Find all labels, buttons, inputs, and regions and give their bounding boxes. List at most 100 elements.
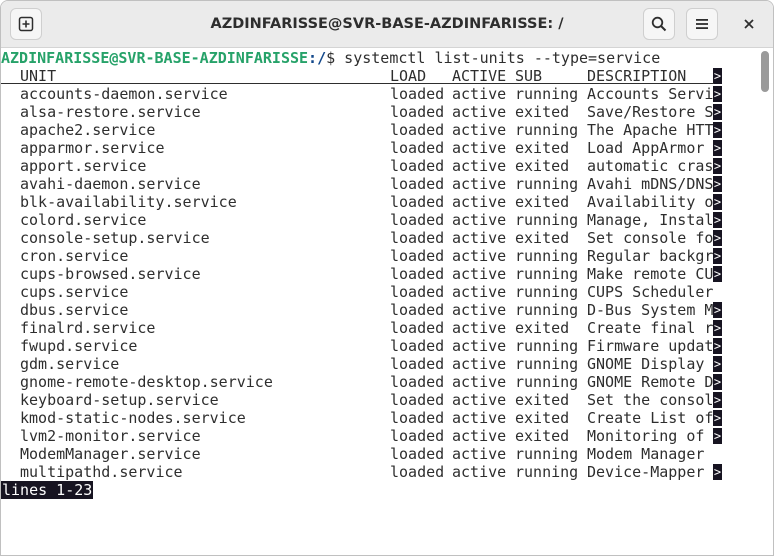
unit-name: blk-availability.service (20, 193, 237, 211)
table-row: cups.service loaded active running CUPS Sche… (1, 283, 761, 301)
unit-name: keyboard-setup.service (20, 391, 219, 409)
unit-sub: running (515, 85, 579, 103)
table-header: UNIT LOAD ACTIVE SUB DESCRIPTION > (1, 67, 761, 85)
unit-sub: running (515, 283, 579, 301)
unit-active: active (452, 247, 507, 265)
table-row: apparmor.service loaded active exited Load A… (1, 139, 761, 157)
search-icon (651, 16, 667, 32)
unit-description: Create List of (587, 409, 713, 427)
unit-name: gnome-remote-desktop.service (20, 373, 273, 391)
unit-name: cups.service (20, 283, 129, 301)
unit-description: CUPS Scheduler (587, 283, 713, 301)
unit-load: loaded (390, 247, 445, 265)
unit-sub: running (515, 355, 579, 373)
unit-sub: exited (515, 319, 570, 337)
unit-active: active (452, 337, 507, 355)
unit-description: Manage, Instal (587, 211, 713, 229)
table-row: gdm.service loaded active running GNOME Disp… (1, 355, 761, 373)
more-marker: > (713, 158, 722, 174)
pager-status: lines 1-23 (1, 481, 94, 499)
prompt-user: AZDINFARISSE@SVR-BASE-AZDINFARISSE (1, 49, 309, 67)
unit-load: loaded (390, 139, 445, 157)
unit-load: loaded (390, 373, 445, 391)
table-row: fwupd.service loaded active running Firmware… (1, 337, 761, 355)
unit-description: Regular backgr (587, 247, 713, 265)
unit-description: Availability o (587, 193, 713, 211)
unit-name: avahi-daemon.service (20, 175, 201, 193)
more-marker: > (713, 140, 722, 156)
unit-load: loaded (390, 463, 445, 481)
unit-name: alsa-restore.service (20, 103, 201, 121)
close-icon (744, 19, 754, 29)
unit-description: Make remote CU (587, 265, 713, 283)
unit-name: apparmor.service (20, 139, 165, 157)
unit-sub: exited (515, 157, 570, 175)
table-row: gnome-remote-desktop.service loaded active… (1, 373, 761, 391)
unit-name: lvm2-monitor.service (20, 427, 201, 445)
unit-description: Set the consol (587, 391, 713, 409)
unit-load: loaded (390, 409, 445, 427)
table-row: cups-browsed.service loaded active running M… (1, 265, 761, 283)
search-button[interactable] (643, 8, 675, 40)
unit-load: loaded (390, 427, 445, 445)
more-marker: > (713, 428, 722, 444)
table-row: colord.service loaded active running Manage,… (1, 211, 761, 229)
unit-active: active (452, 211, 507, 229)
unit-load: loaded (390, 229, 445, 247)
unit-description: Save/Restore S (587, 103, 713, 121)
table-row: console-setup.service loaded active exited S… (1, 229, 761, 247)
unit-name: cups-browsed.service (20, 265, 201, 283)
unit-name: cron.service (20, 247, 129, 265)
more-marker: > (713, 176, 722, 192)
more-marker: > (713, 122, 722, 138)
unit-sub: running (515, 265, 579, 283)
more-marker: > (713, 266, 722, 282)
unit-description: The Apache HTT (587, 121, 713, 139)
terminal-output[interactable]: AZDINFARISSE@SVR-BASE-AZDINFARISSE:/$ sy… (1, 49, 761, 555)
unit-sub: exited (515, 427, 570, 445)
terminal-window: AZDINFARISSE@SVR-BASE-AZDINFARISSE: / AZ… (0, 0, 774, 556)
table-row: avahi-daemon.service loaded active running A… (1, 175, 761, 193)
unit-sub: exited (515, 391, 570, 409)
more-marker: > (713, 302, 722, 318)
unit-sub: running (515, 247, 579, 265)
unit-name: dbus.service (20, 301, 129, 319)
unit-load: loaded (390, 193, 445, 211)
new-tab-button[interactable] (10, 8, 42, 40)
unit-description: automatic cras (587, 157, 713, 175)
unit-name: accounts-daemon.service (20, 85, 228, 103)
close-button[interactable] (733, 8, 765, 40)
menu-button[interactable] (686, 8, 718, 40)
table-row: multipathd.service loaded active running Dev… (1, 463, 761, 481)
table-row: keyboard-setup.service loaded active exited… (1, 391, 761, 409)
unit-description: Load AppArmor (587, 139, 713, 157)
unit-name: colord.service (20, 211, 147, 229)
unit-sub: running (515, 337, 579, 355)
unit-description: Modem Manager (587, 445, 705, 463)
unit-active: active (452, 463, 507, 481)
unit-sub: exited (515, 193, 570, 211)
unit-load: loaded (390, 337, 445, 355)
unit-active: active (452, 175, 507, 193)
unit-sub: running (515, 301, 579, 319)
new-tab-icon (18, 16, 34, 32)
unit-load: loaded (390, 391, 445, 409)
unit-sub: running (515, 463, 579, 481)
title-bar: AZDINFARISSE@SVR-BASE-AZDINFARISSE: / (1, 1, 773, 48)
more-marker: > (713, 464, 722, 480)
unit-active: active (452, 139, 507, 157)
unit-load: loaded (390, 121, 445, 139)
unit-sub: running (515, 211, 579, 229)
unit-name: ModemManager.service (20, 445, 201, 463)
more-marker: > (713, 410, 722, 426)
unit-load: loaded (390, 265, 445, 283)
more-marker: > (713, 392, 722, 408)
scrollbar[interactable] (761, 51, 769, 92)
unit-load: loaded (390, 283, 445, 301)
table-row: ModemManager.service loaded active running M… (1, 445, 761, 463)
unit-name: fwupd.service (20, 337, 138, 355)
unit-description: Create final r (587, 319, 713, 337)
unit-name: apport.service (20, 157, 147, 175)
unit-list: accounts-daemon.service loaded active runni… (1, 85, 761, 481)
unit-sub: running (515, 373, 579, 391)
